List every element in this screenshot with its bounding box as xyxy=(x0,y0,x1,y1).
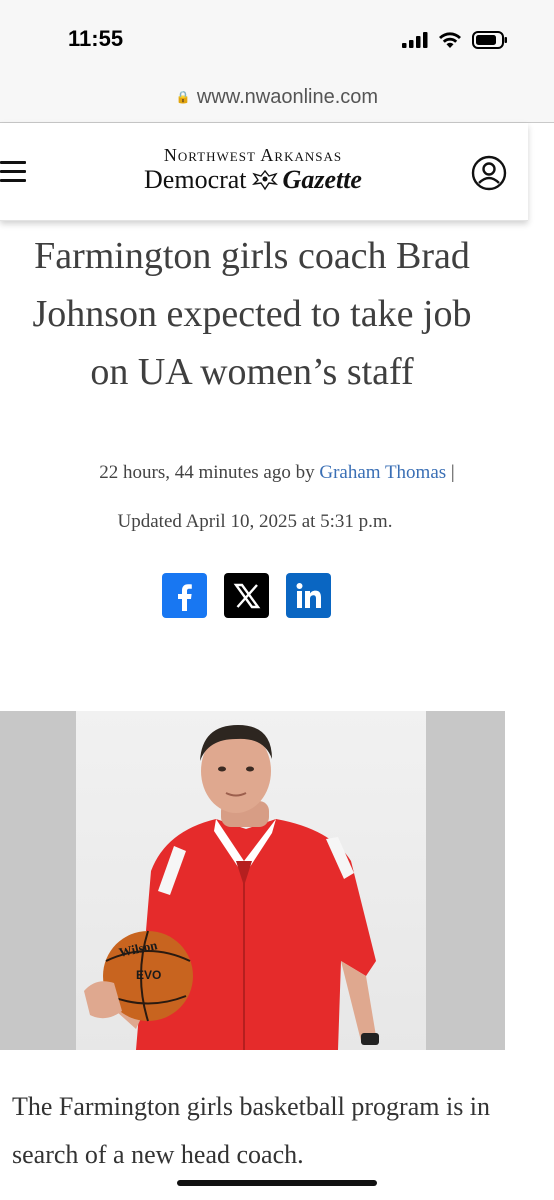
x-icon xyxy=(233,583,260,608)
battery-icon xyxy=(472,31,507,49)
cellular-signal-icon xyxy=(402,32,428,48)
article-body-paragraph: The Farmington girls basketball program … xyxy=(12,1092,491,1169)
author-link[interactable]: Graham Thomas xyxy=(319,462,446,483)
eagle-crest-icon xyxy=(251,169,278,191)
address-bar[interactable]: 🔒 www.nwaonline.com xyxy=(0,80,554,123)
article-photo[interactable]: Wilson EVO xyxy=(0,711,505,1050)
status-icons xyxy=(402,31,508,49)
coach-illustration: Wilson EVO xyxy=(84,725,379,1050)
publish-time: 22 hours, 44 minutes ago by xyxy=(99,462,315,483)
linkedin-icon xyxy=(296,582,321,608)
updated-date: Updated April 10, 2025 at 5:31 p.m. xyxy=(117,511,393,532)
home-indicator[interactable] xyxy=(177,1180,377,1186)
facebook-share-button[interactable] xyxy=(162,573,207,618)
url-text[interactable]: www.nwaonline.com xyxy=(197,86,378,108)
status-time: 11:55 xyxy=(68,26,124,51)
facebook-icon xyxy=(177,583,192,611)
site-logo[interactable]: Northwest Arkansas Democrat Gazette xyxy=(118,145,388,195)
logo-right-text: Gazette xyxy=(282,165,362,194)
byline-separator: | xyxy=(450,462,455,483)
logo-left-text: Democrat xyxy=(144,165,247,194)
lock-icon: 🔒 xyxy=(175,90,191,104)
x-share-button[interactable] xyxy=(224,573,269,618)
hamburger-menu-icon[interactable] xyxy=(0,161,26,183)
account-icon[interactable] xyxy=(471,155,507,191)
linkedin-share-button[interactable] xyxy=(286,573,331,618)
status-bar: 11:55 xyxy=(0,0,554,80)
logo-top-text: Northwest Arkansas xyxy=(163,145,343,165)
ball-model-text: EVO xyxy=(136,968,161,982)
site-header: Northwest Arkansas Democrat Gazette xyxy=(0,123,528,221)
photo-backdrop: Wilson EVO xyxy=(76,711,426,1050)
article-byline: 22 hours, 44 minutes ago by Graham Thoma… xyxy=(0,462,554,484)
wifi-icon xyxy=(439,31,461,48)
share-buttons xyxy=(162,573,331,618)
article-headline: Farmington girls coach Brad Johnson expe… xyxy=(32,235,472,393)
